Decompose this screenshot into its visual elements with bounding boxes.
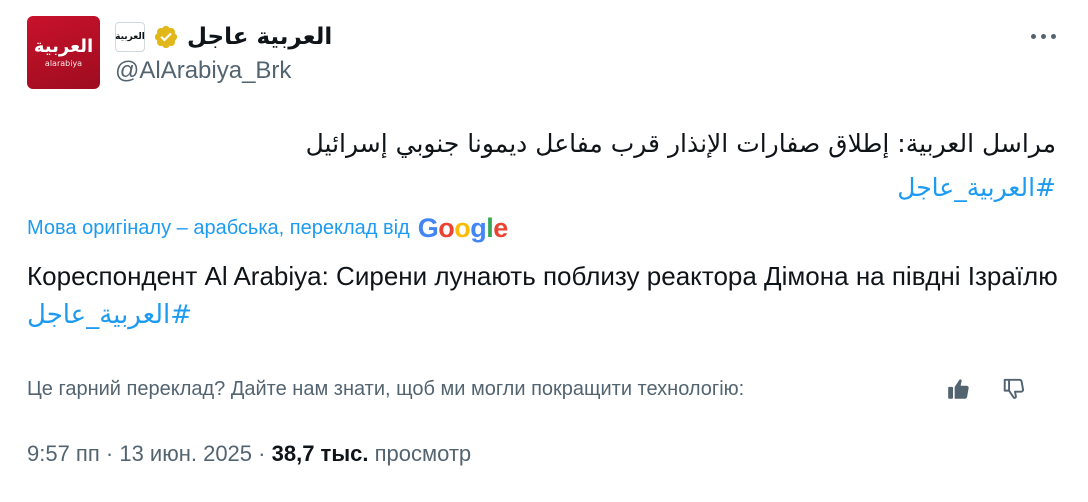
avatar-logo: العربية <box>33 35 94 57</box>
tweet-text-line: مراسل العربية: إطلاق صفارات الإنذار قرب … <box>305 129 1056 158</box>
thumbs-up-icon[interactable] <box>942 372 976 406</box>
account-name-row: العربية العربية عاجل <box>115 20 332 54</box>
views-count: 38,7 тыс. <box>271 441 369 466</box>
avatar[interactable]: العربية alarabiya <box>27 16 100 89</box>
translated-hashtag-link[interactable]: #العربية_عاجل <box>27 300 192 330</box>
translation-feedback: Це гарний переклад? Дайте нам знати, щоб… <box>27 374 1037 404</box>
hashtag-link[interactable]: #العربية_عاجل <box>897 173 1056 202</box>
translated-text: Кореспондент Al Arabiya: Сирени лунають … <box>27 257 1067 334</box>
affiliate-badge[interactable]: العربية <box>115 22 145 52</box>
views-label: просмотр <box>374 441 472 466</box>
more-horizontal-icon[interactable] <box>1026 26 1060 46</box>
more-dot <box>1040 33 1046 39</box>
more-dot <box>1030 33 1036 39</box>
verified-gold-badge-icon[interactable] <box>153 24 179 50</box>
tweet-date[interactable]: 13 июн. 2025 <box>119 441 252 467</box>
translation-attribution-label: Мова оригіналу – арабська, переклад від <box>27 216 410 239</box>
display-name[interactable]: العربية عاجل <box>187 24 332 50</box>
account-handle[interactable]: @AlArabiya_Brk <box>115 57 291 85</box>
meta-separator: · <box>258 441 266 466</box>
more-dot <box>1050 33 1056 39</box>
tweet-time[interactable]: 9:57 пп <box>27 441 100 467</box>
avatar-logo-sub: alarabiya <box>44 58 83 68</box>
meta-separator: · <box>105 441 114 466</box>
translation-attribution[interactable]: Мова оригіналу – арабська, переклад від … <box>27 210 508 246</box>
tweet-meta: 9:57 пп · 13 июн. 2025 · 38,7 тыс. просм… <box>27 440 471 468</box>
feedback-question: Це гарний переклад? Дайте нам знати, щоб… <box>27 377 745 400</box>
affiliate-badge-label: العربية <box>115 32 145 42</box>
translated-text-body: Кореспондент Al Arabiya: Сирени лунають … <box>27 261 1058 291</box>
tweet-text: مراسل العربية: إطلاق صفارات الإنذار قرب … <box>56 122 1056 210</box>
thumbs-down-icon[interactable] <box>998 372 1032 406</box>
google-logo: Google <box>417 212 509 243</box>
